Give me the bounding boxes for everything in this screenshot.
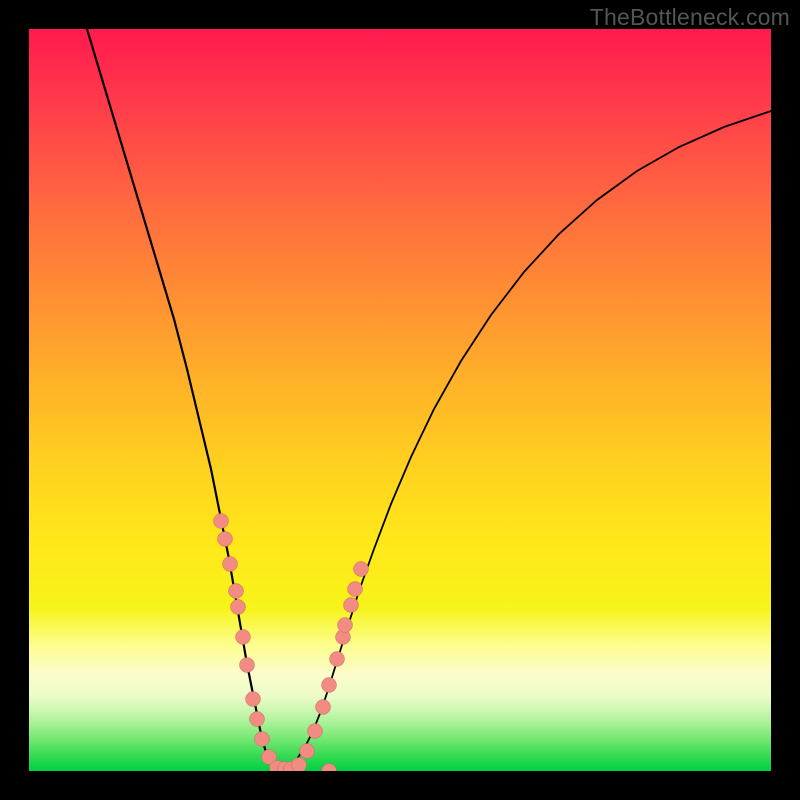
left-curve	[87, 29, 283, 770]
right-dots-group	[292, 562, 369, 772]
data-dot	[322, 678, 337, 693]
data-dot	[231, 600, 246, 615]
data-dot	[338, 618, 353, 633]
left-dots-group	[214, 514, 299, 772]
data-dot	[246, 692, 261, 707]
data-dot	[240, 658, 255, 673]
data-dot	[316, 700, 331, 715]
right-curve	[283, 111, 771, 770]
data-dot	[300, 744, 315, 759]
data-dot	[330, 652, 345, 667]
data-dot	[308, 724, 323, 739]
curves-svg	[29, 29, 771, 771]
chart-frame: TheBottleneck.com	[0, 0, 800, 800]
data-dot	[250, 712, 265, 727]
data-dot	[292, 758, 307, 772]
data-dot	[214, 514, 229, 529]
data-dot	[354, 562, 369, 577]
data-dot	[255, 732, 270, 747]
data-dot	[348, 582, 363, 597]
data-dot	[344, 598, 359, 613]
plot-area	[29, 29, 771, 771]
data-dot	[229, 584, 244, 599]
data-dot	[322, 764, 337, 772]
data-dot	[236, 630, 251, 645]
watermark-text: TheBottleneck.com	[590, 4, 790, 31]
data-dot	[218, 532, 233, 547]
data-dot	[223, 557, 238, 572]
